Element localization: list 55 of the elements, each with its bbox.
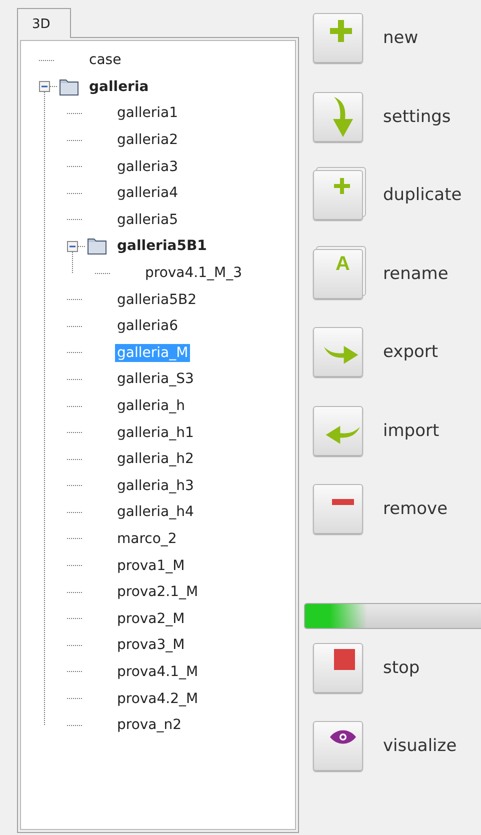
tree-item[interactable]: galleria_h [115, 397, 187, 416]
button-label: export [383, 342, 438, 362]
tree-item[interactable]: galleria_h4 [115, 503, 196, 522]
tree-item[interactable]: prova4.1_M_3 [143, 264, 244, 282]
plus-button[interactable] [313, 13, 363, 63]
tree-item[interactable]: galleria5B2 [115, 290, 199, 309]
folder-icon [59, 78, 79, 96]
button-label: stop [383, 658, 420, 678]
plus-icon [330, 20, 352, 42]
arrow-right-icon [324, 343, 360, 365]
button-label: duplicate [383, 185, 462, 205]
tree-item[interactable]: prova_n2 [115, 716, 184, 734]
tree-item[interactable]: galleria_h2 [115, 450, 196, 468]
button-label: import [383, 420, 440, 440]
remove-button[interactable] [313, 484, 363, 534]
tree-item[interactable]: galleria_S3 [115, 370, 196, 388]
tree-item[interactable]: galleria6 [115, 317, 180, 336]
stop-button[interactable] [313, 642, 363, 692]
button-label: new [383, 28, 418, 48]
tree-item[interactable]: galleria4 [115, 184, 180, 202]
tree-item[interactable]: prova4.2_M [115, 690, 200, 708]
tree-item[interactable]: prova4.1_M [115, 662, 200, 681]
tree-item[interactable]: prova2.1_M [115, 583, 200, 602]
tree-item[interactable]: case [87, 51, 124, 70]
tree-item[interactable]: prova1_M [115, 556, 187, 575]
collapse-icon[interactable] [39, 81, 50, 92]
folder-icon [87, 237, 107, 256]
tree-item[interactable]: prova3_M [115, 636, 187, 654]
tree-item[interactable]: prova2_M [115, 610, 187, 628]
button-label: settings [383, 106, 451, 126]
letter-icon: A [336, 254, 350, 274]
minus-icon [332, 499, 354, 505]
export-button[interactable] [313, 327, 363, 377]
eye-button[interactable] [313, 721, 363, 771]
button-label: remove [383, 499, 448, 519]
duplicate-button[interactable] [313, 170, 363, 220]
tree-item[interactable]: galleria5 [115, 210, 180, 229]
tree-item[interactable]: galleria3 [115, 158, 180, 176]
tree-item[interactable]: marco_2 [115, 530, 179, 548]
collapse-icon[interactable] [67, 240, 78, 252]
tab[interactable]: 3D [17, 8, 72, 38]
down-button[interactable] [313, 92, 363, 142]
tree-item[interactable]: galleria_h3 [115, 476, 196, 495]
tree-item[interactable]: galleria1 [115, 104, 180, 122]
arrow-down-icon [332, 96, 354, 136]
import-button[interactable] [313, 406, 363, 456]
tree-folder[interactable]: galleria [87, 78, 151, 96]
stop-icon [334, 648, 355, 670]
plus-icon [334, 178, 350, 194]
eye-icon [330, 730, 356, 744]
tree-item[interactable]: galleria_h1 [115, 424, 196, 442]
tree-item[interactable]: galleria2 [115, 131, 180, 150]
button-label: visualize [383, 736, 457, 756]
tree-folder[interactable]: galleria5B1 [115, 237, 209, 256]
button-label: rename [383, 264, 448, 284]
